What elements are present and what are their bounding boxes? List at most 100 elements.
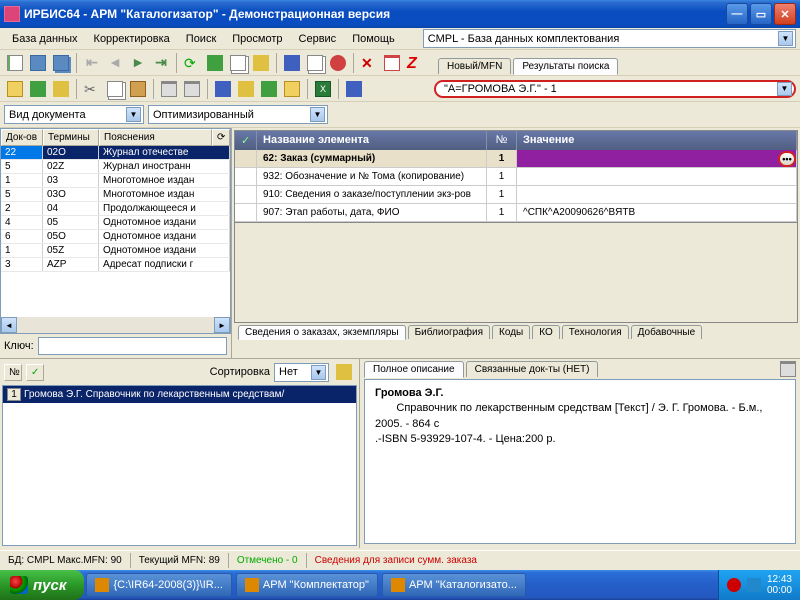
z-button[interactable]: Z xyxy=(404,52,426,74)
terms-row[interactable]: 105ZОднотомное издани xyxy=(1,244,230,258)
menu-correction[interactable]: Корректировка xyxy=(86,31,178,47)
top-tabstrip: Новый/MFN Результаты поиска xyxy=(438,52,620,74)
paste-icon xyxy=(130,81,146,97)
tab-extra[interactable]: Добавочные xyxy=(631,325,703,339)
results-grid[interactable]: 1Громова Э.Г. Справочник по лекарственны… xyxy=(2,385,357,546)
maximize-button[interactable]: ▭ xyxy=(750,3,772,25)
col-docs[interactable]: Док-ов xyxy=(1,129,43,146)
element-row[interactable]: 910: Сведения о заказе/поступлении экз-р… xyxy=(235,186,797,204)
print-desc-icon[interactable] xyxy=(780,361,796,377)
tab-related[interactable]: Связанные док-ты (НЕТ) xyxy=(466,361,599,377)
scroll-right-button[interactable]: ► xyxy=(214,317,230,333)
terms-row[interactable]: 502ZЖурнал иностранн xyxy=(1,160,230,174)
tb2-2[interactable] xyxy=(27,78,49,100)
element-row[interactable]: 907: Этап работы, дата, ФИО1^СПК^A200906… xyxy=(235,204,797,222)
tb2-11[interactable] xyxy=(258,78,280,100)
clock[interactable]: 12:43 00:00 xyxy=(767,574,792,596)
ellipsis-button[interactable]: ••• xyxy=(778,151,796,167)
close-button[interactable]: ✕ xyxy=(774,3,796,25)
tb2-3[interactable] xyxy=(50,78,72,100)
menu-database[interactable]: База данных xyxy=(4,31,86,47)
minimize-button[interactable]: — xyxy=(726,3,748,25)
key-input[interactable] xyxy=(38,337,227,355)
tab-results[interactable]: Результаты поиска xyxy=(513,58,618,75)
tool-a-button[interactable] xyxy=(204,52,226,74)
print-button[interactable] xyxy=(158,78,180,100)
tab-biblio[interactable]: Библиография xyxy=(408,325,490,339)
calendar-icon xyxy=(384,55,400,71)
task-item-2[interactable]: АРМ "Комплектатор" xyxy=(236,573,378,597)
menu-service[interactable]: Сервис xyxy=(291,31,345,47)
tab-new-mfn[interactable]: Новый/MFN xyxy=(438,58,511,74)
element-row[interactable]: 62: Заказ (суммарный)1••• xyxy=(235,150,797,168)
first-button[interactable]: ⇤ xyxy=(81,52,103,74)
tray-icon-1[interactable] xyxy=(727,578,741,592)
calendar-button[interactable] xyxy=(381,52,403,74)
terms-grid[interactable]: Док-ов Термины Пояснения ⟳ 2202ОЖурнал о… xyxy=(0,128,231,334)
taskbar: пуск {C:\IR64-2008(3)}\IR... АРМ "Компле… xyxy=(0,570,800,600)
tab-tech[interactable]: Технология xyxy=(562,325,629,339)
doc-type-select[interactable]: Вид документа▼ xyxy=(4,105,144,124)
mode-select[interactable]: Оптимизированный▼ xyxy=(148,105,328,124)
tab-ko[interactable]: КО xyxy=(532,325,560,339)
result-row[interactable]: 1Громова Э.Г. Справочник по лекарственны… xyxy=(3,386,356,403)
database-select[interactable]: CMPL - База данных комплектования ▼ xyxy=(423,29,796,48)
tool-b-button[interactable] xyxy=(227,52,249,74)
start-button[interactable]: пуск xyxy=(0,570,84,600)
tool-d-button[interactable] xyxy=(281,52,303,74)
prev-button[interactable]: ◄ xyxy=(104,52,126,74)
excel-button[interactable]: X xyxy=(312,78,334,100)
terms-row[interactable]: 3AZPАдресат подписки г xyxy=(1,258,230,272)
task-item-1[interactable]: {C:\IR64-2008(3)}\IR... xyxy=(86,573,231,597)
refresh-button[interactable]: ⟳ xyxy=(181,52,203,74)
terms-row[interactable]: 405Однотомное издани xyxy=(1,216,230,230)
tb2-12[interactable] xyxy=(281,78,303,100)
col-elem-num: № xyxy=(487,131,517,150)
status-bar: БД: CMPL Макс.MFN: 90 Текущий MFN: 89 От… xyxy=(0,550,800,570)
paste-button[interactable] xyxy=(127,78,149,100)
cut-button[interactable]: ✂ xyxy=(81,78,103,100)
tool-f-button[interactable] xyxy=(327,52,349,74)
scroll-left-button[interactable]: ◄ xyxy=(1,317,17,333)
terms-row[interactable]: 605ООднотомное издани xyxy=(1,230,230,244)
z-icon: Z xyxy=(407,55,423,71)
next-button[interactable]: ► xyxy=(127,52,149,74)
tool-c-button[interactable] xyxy=(250,52,272,74)
scroll-track[interactable] xyxy=(17,317,214,333)
col-mark[interactable]: ✓ xyxy=(26,364,44,381)
search-result-field[interactable]: "A=ГРОМОВА Э.Г." - 1 ▼ xyxy=(434,80,796,98)
sort-select[interactable]: Нет▼ xyxy=(274,363,329,382)
terms-row[interactable]: 103Многотомное издан xyxy=(1,174,230,188)
save-all-button[interactable] xyxy=(50,52,72,74)
sort-action-button[interactable] xyxy=(333,361,355,383)
terms-row[interactable]: 503ОМноготомное издан xyxy=(1,188,230,202)
col-desc[interactable]: Пояснения xyxy=(99,129,212,146)
delete-button[interactable]: ✕ xyxy=(358,52,380,74)
new-button[interactable] xyxy=(4,52,26,74)
tab-orders[interactable]: Сведения о заказах, экземпляры xyxy=(238,325,406,340)
task-item-3[interactable]: АРМ "Каталогизато... xyxy=(382,573,526,597)
tb2-14[interactable] xyxy=(343,78,365,100)
menu-help[interactable]: Помощь xyxy=(344,31,403,47)
copy-button[interactable] xyxy=(104,78,126,100)
element-row[interactable]: 932: Обозначение и № Тома (копирование)1 xyxy=(235,168,797,186)
tb2-10[interactable] xyxy=(235,78,257,100)
col-rownum[interactable]: № xyxy=(4,364,22,381)
tb2-1[interactable] xyxy=(4,78,26,100)
col-terms[interactable]: Термины xyxy=(43,129,99,146)
database-select-value: CMPL - База данных комплектования xyxy=(428,33,778,45)
col-refresh[interactable]: ⟳ xyxy=(212,129,230,146)
print2-button[interactable] xyxy=(181,78,203,100)
elements-grid[interactable]: ✓ Название элемента № Значение 62: Заказ… xyxy=(234,130,798,223)
save-button[interactable] xyxy=(27,52,49,74)
tray-icon-2[interactable] xyxy=(747,578,761,592)
menu-view[interactable]: Просмотр xyxy=(224,31,290,47)
terms-row[interactable]: 204Продолжающееся и xyxy=(1,202,230,216)
tb2-9[interactable] xyxy=(212,78,234,100)
tool-e-button[interactable] xyxy=(304,52,326,74)
menu-search[interactable]: Поиск xyxy=(178,31,224,47)
last-button[interactable]: ⇥ xyxy=(150,52,172,74)
tab-codes[interactable]: Коды xyxy=(492,325,530,339)
terms-row[interactable]: 2202ОЖурнал отечестве xyxy=(1,146,230,160)
tab-full-desc[interactable]: Полное описание xyxy=(364,361,464,378)
